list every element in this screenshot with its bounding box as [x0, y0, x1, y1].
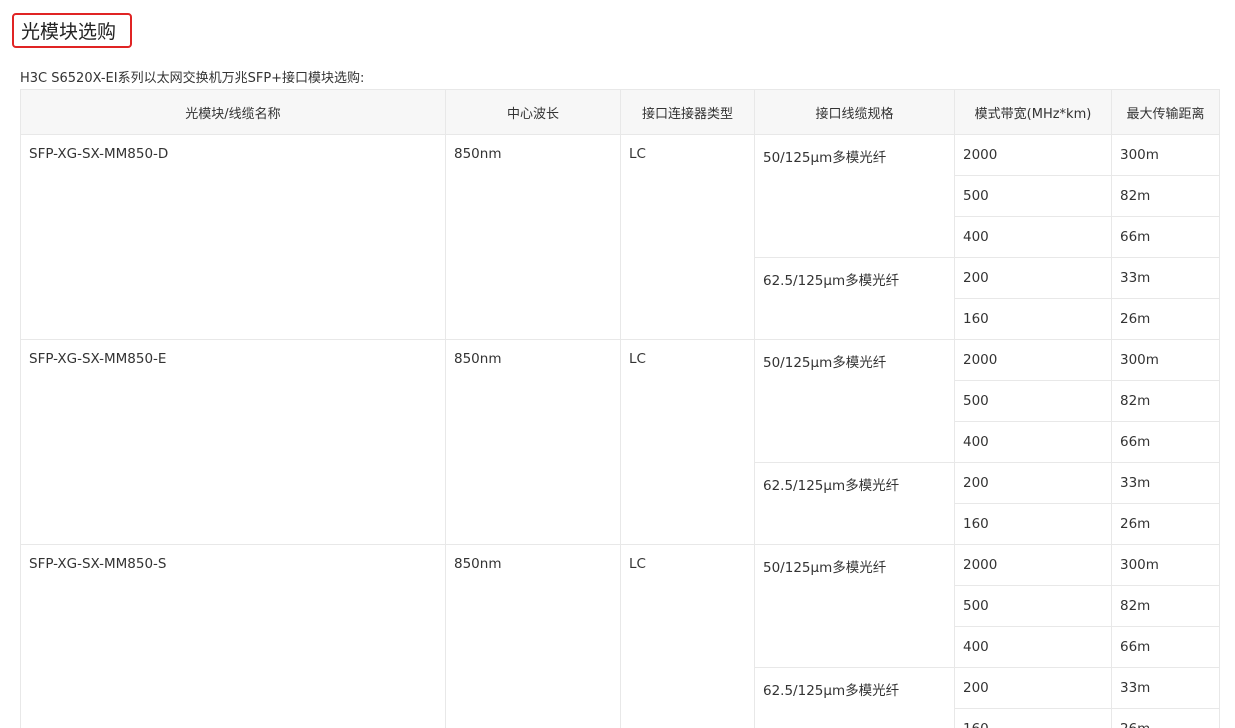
- bandwidth-cell: 2000: [954, 134, 1112, 176]
- bandwidth-cell: 500: [954, 175, 1112, 217]
- bandwidth-cell: 400: [954, 421, 1112, 463]
- wavelength-cell: 850nm: [445, 544, 621, 728]
- distance-cell: 66m: [1111, 216, 1220, 258]
- distance-cell: 66m: [1111, 626, 1220, 668]
- bandwidth-cell: 2000: [954, 339, 1112, 381]
- distance-cell: 26m: [1111, 708, 1220, 728]
- column-header-wavelength: 中心波长: [445, 89, 621, 135]
- connector-cell: LC: [620, 544, 755, 728]
- bandwidth-cell: 200: [954, 257, 1112, 299]
- column-header-connector: 接口连接器类型: [620, 89, 755, 135]
- cable-spec-cell: 62.5/125μm多模光纤: [754, 667, 955, 728]
- connector-cell: LC: [620, 134, 755, 340]
- bandwidth-cell: 500: [954, 380, 1112, 422]
- bandwidth-cell: 400: [954, 626, 1112, 668]
- section-heading-box: 光模块选购: [12, 13, 132, 48]
- cable-spec-cell: 50/125μm多模光纤: [754, 339, 955, 463]
- distance-cell: 26m: [1111, 503, 1220, 545]
- distance-cell: 26m: [1111, 298, 1220, 340]
- column-header-distance: 最大传输距离: [1111, 89, 1220, 135]
- section-title: 光模块选购: [21, 21, 117, 43]
- table-header-row: 光模块/线缆名称 中心波长 接口连接器类型 接口线缆规格 模式带宽(MHz*km…: [20, 89, 1220, 135]
- distance-cell: 33m: [1111, 257, 1220, 299]
- bandwidth-cell: 160: [954, 298, 1112, 340]
- distance-cell: 82m: [1111, 380, 1220, 422]
- bandwidth-cell: 2000: [954, 544, 1112, 586]
- page: 光模块选购 H3C S6520X-EI系列以太网交换机万兆SFP+接口模块选购:…: [0, 0, 1235, 728]
- bandwidth-cell: 200: [954, 667, 1112, 709]
- table-row: SFP-XG-SX-MM850-D 850nm LC 50/125μm多模光纤 …: [20, 134, 1220, 340]
- distance-cell: 300m: [1111, 544, 1220, 586]
- wavelength-cell: 850nm: [445, 339, 621, 545]
- bandwidth-cell: 200: [954, 462, 1112, 504]
- cable-spec-cell: 50/125μm多模光纤: [754, 544, 955, 668]
- module-name-cell: SFP-XG-SX-MM850-D: [20, 134, 446, 340]
- cable-spec-cell: 62.5/125μm多模光纤: [754, 462, 955, 545]
- distance-cell: 33m: [1111, 462, 1220, 504]
- bandwidth-cell: 500: [954, 585, 1112, 627]
- table-row: SFP-XG-SX-MM850-E 850nm LC 50/125μm多模光纤 …: [20, 339, 1220, 545]
- table-row: SFP-XG-SX-MM850-S 850nm LC 50/125μm多模光纤 …: [20, 544, 1220, 728]
- bandwidth-cell: 400: [954, 216, 1112, 258]
- intro-text: H3C S6520X-EI系列以太网交换机万兆SFP+接口模块选购:: [20, 71, 365, 86]
- cable-spec-cell: 50/125μm多模光纤: [754, 134, 955, 258]
- module-name-cell: SFP-XG-SX-MM850-S: [20, 544, 446, 728]
- module-spec-table: 光模块/线缆名称 中心波长 接口连接器类型 接口线缆规格 模式带宽(MHz*km…: [20, 89, 1220, 728]
- distance-cell: 33m: [1111, 667, 1220, 709]
- distance-cell: 66m: [1111, 421, 1220, 463]
- column-header-bandwidth: 模式带宽(MHz*km): [954, 89, 1112, 135]
- wavelength-cell: 850nm: [445, 134, 621, 340]
- cable-spec-cell: 62.5/125μm多模光纤: [754, 257, 955, 340]
- connector-cell: LC: [620, 339, 755, 545]
- distance-cell: 82m: [1111, 175, 1220, 217]
- column-header-cable-spec: 接口线缆规格: [754, 89, 955, 135]
- module-name-cell: SFP-XG-SX-MM850-E: [20, 339, 446, 545]
- column-header-name: 光模块/线缆名称: [20, 89, 446, 135]
- distance-cell: 300m: [1111, 134, 1220, 176]
- bandwidth-cell: 160: [954, 503, 1112, 545]
- distance-cell: 300m: [1111, 339, 1220, 381]
- bandwidth-cell: 160: [954, 708, 1112, 728]
- distance-cell: 82m: [1111, 585, 1220, 627]
